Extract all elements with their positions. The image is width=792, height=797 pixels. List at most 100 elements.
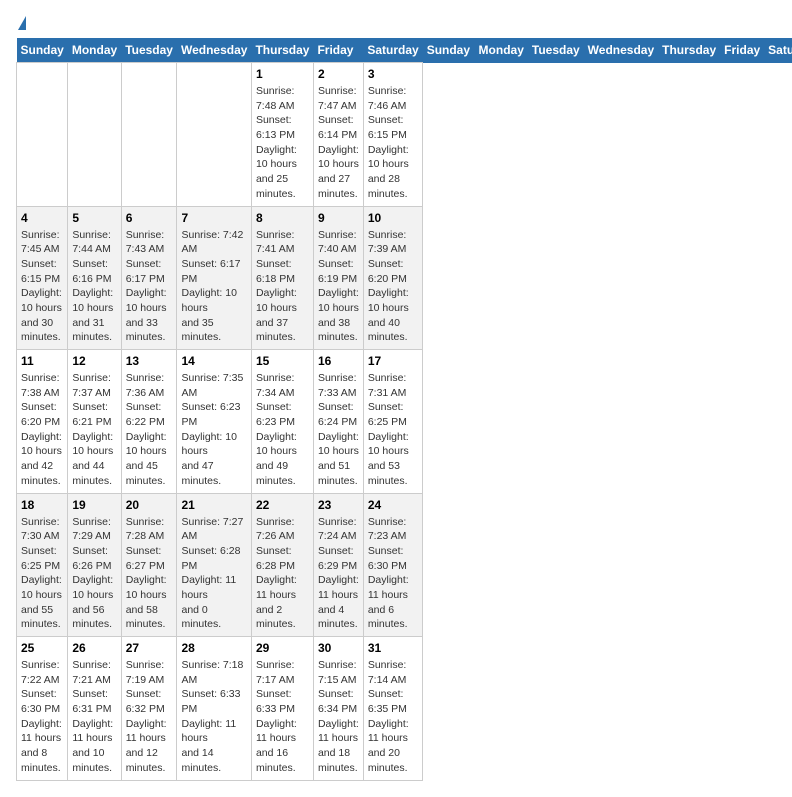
day-number: 6 [126, 211, 173, 225]
calendar-cell: 25Sunrise: 7:22 AM Sunset: 6:30 PM Dayli… [17, 637, 68, 781]
calendar-cell [121, 63, 177, 207]
calendar-cell [68, 63, 121, 207]
calendar-cell: 3Sunrise: 7:46 AM Sunset: 6:15 PM Daylig… [363, 63, 422, 207]
day-number: 27 [126, 641, 173, 655]
day-info: Sunrise: 7:22 AM Sunset: 6:30 PM Dayligh… [21, 658, 63, 776]
col-header-friday: Friday [720, 38, 764, 63]
day-number: 15 [256, 354, 309, 368]
calendar-cell [17, 63, 68, 207]
day-number: 17 [368, 354, 418, 368]
day-info: Sunrise: 7:27 AM Sunset: 6:28 PM Dayligh… [181, 515, 246, 633]
day-info: Sunrise: 7:30 AM Sunset: 6:25 PM Dayligh… [21, 515, 63, 633]
calendar-cell: 23 Sunrise: 7:24 AM Sunset: 6:29 PM Dayli… [313, 493, 363, 637]
day-info: Sunrise: 7:39 AM Sunset: 6:20 PM Dayligh… [368, 228, 418, 346]
calendar-cell: 27Sunrise: 7:19 AM Sunset: 6:32 PM Dayli… [121, 637, 177, 781]
day-info: Sunrise: 7:29 AM Sunset: 6:26 PM Dayligh… [72, 515, 116, 633]
day-info: Sunrise: 7:14 AM Sunset: 6:35 PM Dayligh… [368, 658, 418, 776]
day-info: Sunrise: 7:26 AM Sunset: 6:28 PM Dayligh… [256, 515, 309, 633]
header [16, 16, 776, 30]
col-header-saturday: Saturday [764, 38, 792, 63]
calendar-cell: 17 Sunrise: 7:31 AM Sunset: 6:25 PM Dayli… [363, 350, 422, 494]
calendar-cell: 14Sunrise: 7:35 AM Sunset: 6:23 PM Dayli… [177, 350, 251, 494]
calendar-cell: 16Sunrise: 7:33 AM Sunset: 6:24 PM Dayli… [313, 350, 363, 494]
day-info: Sunrise: 7:42 AM Sunset: 6:17 PM Dayligh… [181, 228, 246, 346]
week-row-5: 25Sunrise: 7:22 AM Sunset: 6:30 PM Dayli… [17, 637, 792, 781]
calendar-cell: 13Sunrise: 7:36 AM Sunset: 6:22 PM Dayli… [121, 350, 177, 494]
day-info: Sunrise: 7:36 AM Sunset: 6:22 PM Dayligh… [126, 371, 173, 489]
calendar-cell: 11 Sunrise: 7:38 AM Sunset: 6:20 PM Dayli… [17, 350, 68, 494]
day-info: Sunrise: 7:31 AM Sunset: 6:25 PM Dayligh… [368, 371, 418, 489]
col-header-sunday: Sunday [423, 38, 475, 63]
day-number: 16 [318, 354, 359, 368]
calendar-cell [177, 63, 251, 207]
day-number: 21 [181, 498, 246, 512]
calendar-cell: 31 Sunrise: 7:14 AM Sunset: 6:35 PM Dayli… [363, 637, 422, 781]
day-number: 8 [256, 211, 309, 225]
calendar-cell: 18 Sunrise: 7:30 AM Sunset: 6:25 PM Dayli… [17, 493, 68, 637]
calendar-cell: 19 Sunrise: 7:29 AM Sunset: 6:26 PM Dayli… [68, 493, 121, 637]
calendar-cell: 24 Sunrise: 7:23 AM Sunset: 6:30 PM Dayli… [363, 493, 422, 637]
calendar-cell: 30Sunrise: 7:15 AM Sunset: 6:34 PM Dayli… [313, 637, 363, 781]
day-info: Sunrise: 7:38 AM Sunset: 6:20 PM Dayligh… [21, 371, 63, 489]
day-number: 4 [21, 211, 63, 225]
day-info: Sunrise: 7:21 AM Sunset: 6:31 PM Dayligh… [72, 658, 116, 776]
day-info: Sunrise: 7:28 AM Sunset: 6:27 PM Dayligh… [126, 515, 173, 633]
week-row-2: 4Sunrise: 7:45 AM Sunset: 6:15 PM Daylig… [17, 206, 792, 350]
day-number: 12 [72, 354, 116, 368]
day-number: 5 [72, 211, 116, 225]
day-number: 19 [72, 498, 116, 512]
col-header-saturday: Saturday [363, 38, 422, 63]
day-number: 29 [256, 641, 309, 655]
day-info: Sunrise: 7:44 AM Sunset: 6:16 PM Dayligh… [72, 228, 116, 346]
day-number: 7 [181, 211, 246, 225]
col-header-wednesday: Wednesday [177, 38, 251, 63]
calendar-cell: 2Sunrise: 7:47 AM Sunset: 6:14 PM Daylig… [313, 63, 363, 207]
day-number: 24 [368, 498, 418, 512]
col-header-friday: Friday [313, 38, 363, 63]
calendar-cell: 5 Sunrise: 7:44 AM Sunset: 6:16 PM Daylig… [68, 206, 121, 350]
calendar-cell: 29Sunrise: 7:17 AM Sunset: 6:33 PM Dayli… [251, 637, 313, 781]
day-info: Sunrise: 7:23 AM Sunset: 6:30 PM Dayligh… [368, 515, 418, 633]
day-number: 28 [181, 641, 246, 655]
day-number: 30 [318, 641, 359, 655]
col-header-tuesday: Tuesday [528, 38, 584, 63]
col-header-wednesday: Wednesday [584, 38, 658, 63]
day-info: Sunrise: 7:24 AM Sunset: 6:29 PM Dayligh… [318, 515, 359, 633]
calendar-cell: 8 Sunrise: 7:41 AM Sunset: 6:18 PM Daylig… [251, 206, 313, 350]
col-header-monday: Monday [68, 38, 121, 63]
calendar-cell: 10 Sunrise: 7:39 AM Sunset: 6:20 PM Dayli… [363, 206, 422, 350]
week-row-1: 1 Sunrise: 7:48 AM Sunset: 6:13 PM Daylig… [17, 63, 792, 207]
calendar-table: SundayMondayTuesdayWednesdayThursdayFrid… [16, 38, 792, 781]
calendar-cell: 12Sunrise: 7:37 AM Sunset: 6:21 PM Dayli… [68, 350, 121, 494]
day-info: Sunrise: 7:48 AM Sunset: 6:13 PM Dayligh… [256, 84, 309, 202]
calendar-cell: 21 Sunrise: 7:27 AM Sunset: 6:28 PM Dayli… [177, 493, 251, 637]
calendar-cell: 6Sunrise: 7:43 AM Sunset: 6:17 PM Daylig… [121, 206, 177, 350]
col-header-sunday: Sunday [17, 38, 68, 63]
logo-triangle-icon [18, 16, 26, 30]
week-row-3: 11 Sunrise: 7:38 AM Sunset: 6:20 PM Dayli… [17, 350, 792, 494]
col-header-monday: Monday [475, 38, 528, 63]
day-number: 26 [72, 641, 116, 655]
calendar-cell: 9Sunrise: 7:40 AM Sunset: 6:19 PM Daylig… [313, 206, 363, 350]
day-number: 2 [318, 67, 359, 81]
day-number: 11 [21, 354, 63, 368]
calendar-cell: 22Sunrise: 7:26 AM Sunset: 6:28 PM Dayli… [251, 493, 313, 637]
day-info: Sunrise: 7:40 AM Sunset: 6:19 PM Dayligh… [318, 228, 359, 346]
day-number: 18 [21, 498, 63, 512]
week-row-4: 18 Sunrise: 7:30 AM Sunset: 6:25 PM Dayli… [17, 493, 792, 637]
col-header-tuesday: Tuesday [121, 38, 177, 63]
logo [16, 16, 26, 30]
day-number: 20 [126, 498, 173, 512]
day-number: 10 [368, 211, 418, 225]
calendar-cell: 1 Sunrise: 7:48 AM Sunset: 6:13 PM Daylig… [251, 63, 313, 207]
calendar-cell: 4Sunrise: 7:45 AM Sunset: 6:15 PM Daylig… [17, 206, 68, 350]
day-info: Sunrise: 7:41 AM Sunset: 6:18 PM Dayligh… [256, 228, 309, 346]
day-number: 14 [181, 354, 246, 368]
calendar-cell: 15Sunrise: 7:34 AM Sunset: 6:23 PM Dayli… [251, 350, 313, 494]
day-number: 31 [368, 641, 418, 655]
day-number: 23 [318, 498, 359, 512]
header-row: SundayMondayTuesdayWednesdayThursdayFrid… [17, 38, 792, 63]
day-info: Sunrise: 7:46 AM Sunset: 6:15 PM Dayligh… [368, 84, 418, 202]
day-number: 1 [256, 67, 309, 81]
calendar-cell: 28Sunrise: 7:18 AM Sunset: 6:33 PM Dayli… [177, 637, 251, 781]
